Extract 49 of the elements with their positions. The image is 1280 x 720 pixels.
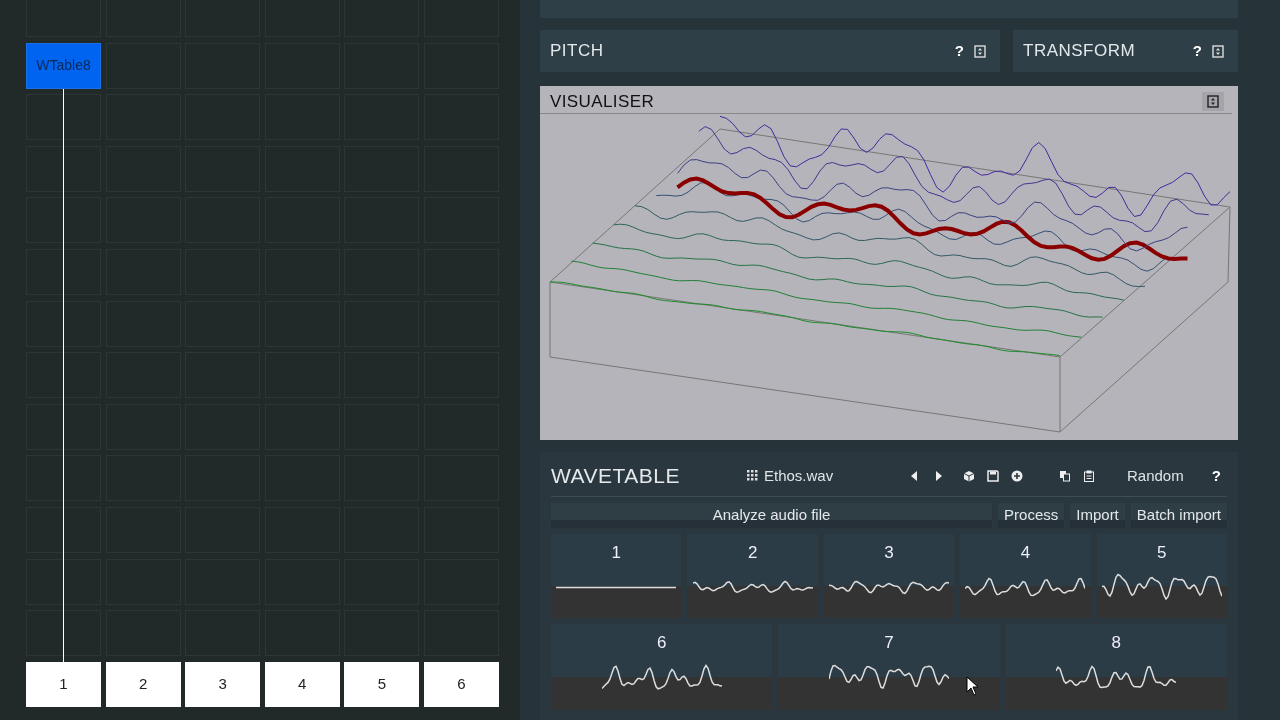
grid-cell[interactable] (26, 300, 101, 347)
help-button[interactable]: ? (948, 39, 970, 63)
action-button[interactable]: Batch import (1130, 502, 1227, 528)
panel-title: TRANSFORM (1023, 40, 1137, 63)
wavetable-slot[interactable]: 8 (1005, 623, 1227, 710)
save-icon (987, 469, 999, 482)
action-button[interactable]: Process (998, 502, 1065, 528)
grid-cell[interactable] (26, 455, 101, 502)
grid-icon (747, 470, 758, 482)
wavetable-slot[interactable]: 4 (960, 533, 1091, 618)
plus-circle-icon (1011, 469, 1023, 482)
file-selector[interactable]: Ethos.wav (747, 464, 897, 487)
grid-cell[interactable] (26, 610, 101, 657)
column-button[interactable]: 5 (344, 662, 420, 708)
grid-cell[interactable] (26, 197, 101, 244)
copy-icon (1059, 469, 1071, 482)
mouse-cursor-icon (966, 676, 980, 696)
wavetable-slot[interactable]: 3 (823, 533, 955, 618)
paste-icon (1083, 469, 1095, 482)
grid-cell[interactable] (26, 94, 101, 141)
column-button[interactable]: 6 (423, 662, 499, 708)
section-title: WAVETABLE (551, 463, 681, 489)
wavetable-slot[interactable]: 5 (1096, 533, 1228, 618)
column-button[interactable]: 3 (185, 662, 261, 708)
action-button[interactable]: Import (1070, 502, 1125, 528)
expand-icon (1212, 44, 1224, 58)
help-button[interactable]: ? (1186, 39, 1208, 63)
expand-icon (974, 44, 986, 58)
wavetable-slot[interactable]: 7 (778, 623, 1000, 710)
grid-cell[interactable] (26, 506, 101, 553)
wavetable-slot[interactable]: 2 (687, 533, 818, 618)
panel-title: PITCH (550, 40, 605, 63)
grid-cell[interactable] (26, 248, 101, 295)
action-button[interactable]: Analyze audio file (551, 502, 993, 528)
grid-cell[interactable] (26, 352, 101, 399)
expand-icon (1207, 95, 1219, 108)
cube-icon (963, 469, 975, 482)
column-button[interactable]: 2 (105, 662, 181, 708)
grid-cell[interactable] (26, 403, 101, 450)
preset-button[interactable]: Random (1119, 464, 1192, 487)
column-button[interactable]: 1 (26, 662, 101, 708)
panel-title: VISUALISER (550, 90, 656, 113)
grid-cell[interactable] (26, 558, 101, 605)
wavetable-slot[interactable]: 1 (551, 533, 682, 618)
column-button[interactable]: 4 (264, 662, 340, 708)
grid-cell[interactable] (26, 145, 101, 192)
expand-button[interactable] (1202, 92, 1224, 111)
wavetable-slot[interactable]: 6 (551, 623, 773, 710)
help-button[interactable]: ? (1205, 464, 1227, 487)
